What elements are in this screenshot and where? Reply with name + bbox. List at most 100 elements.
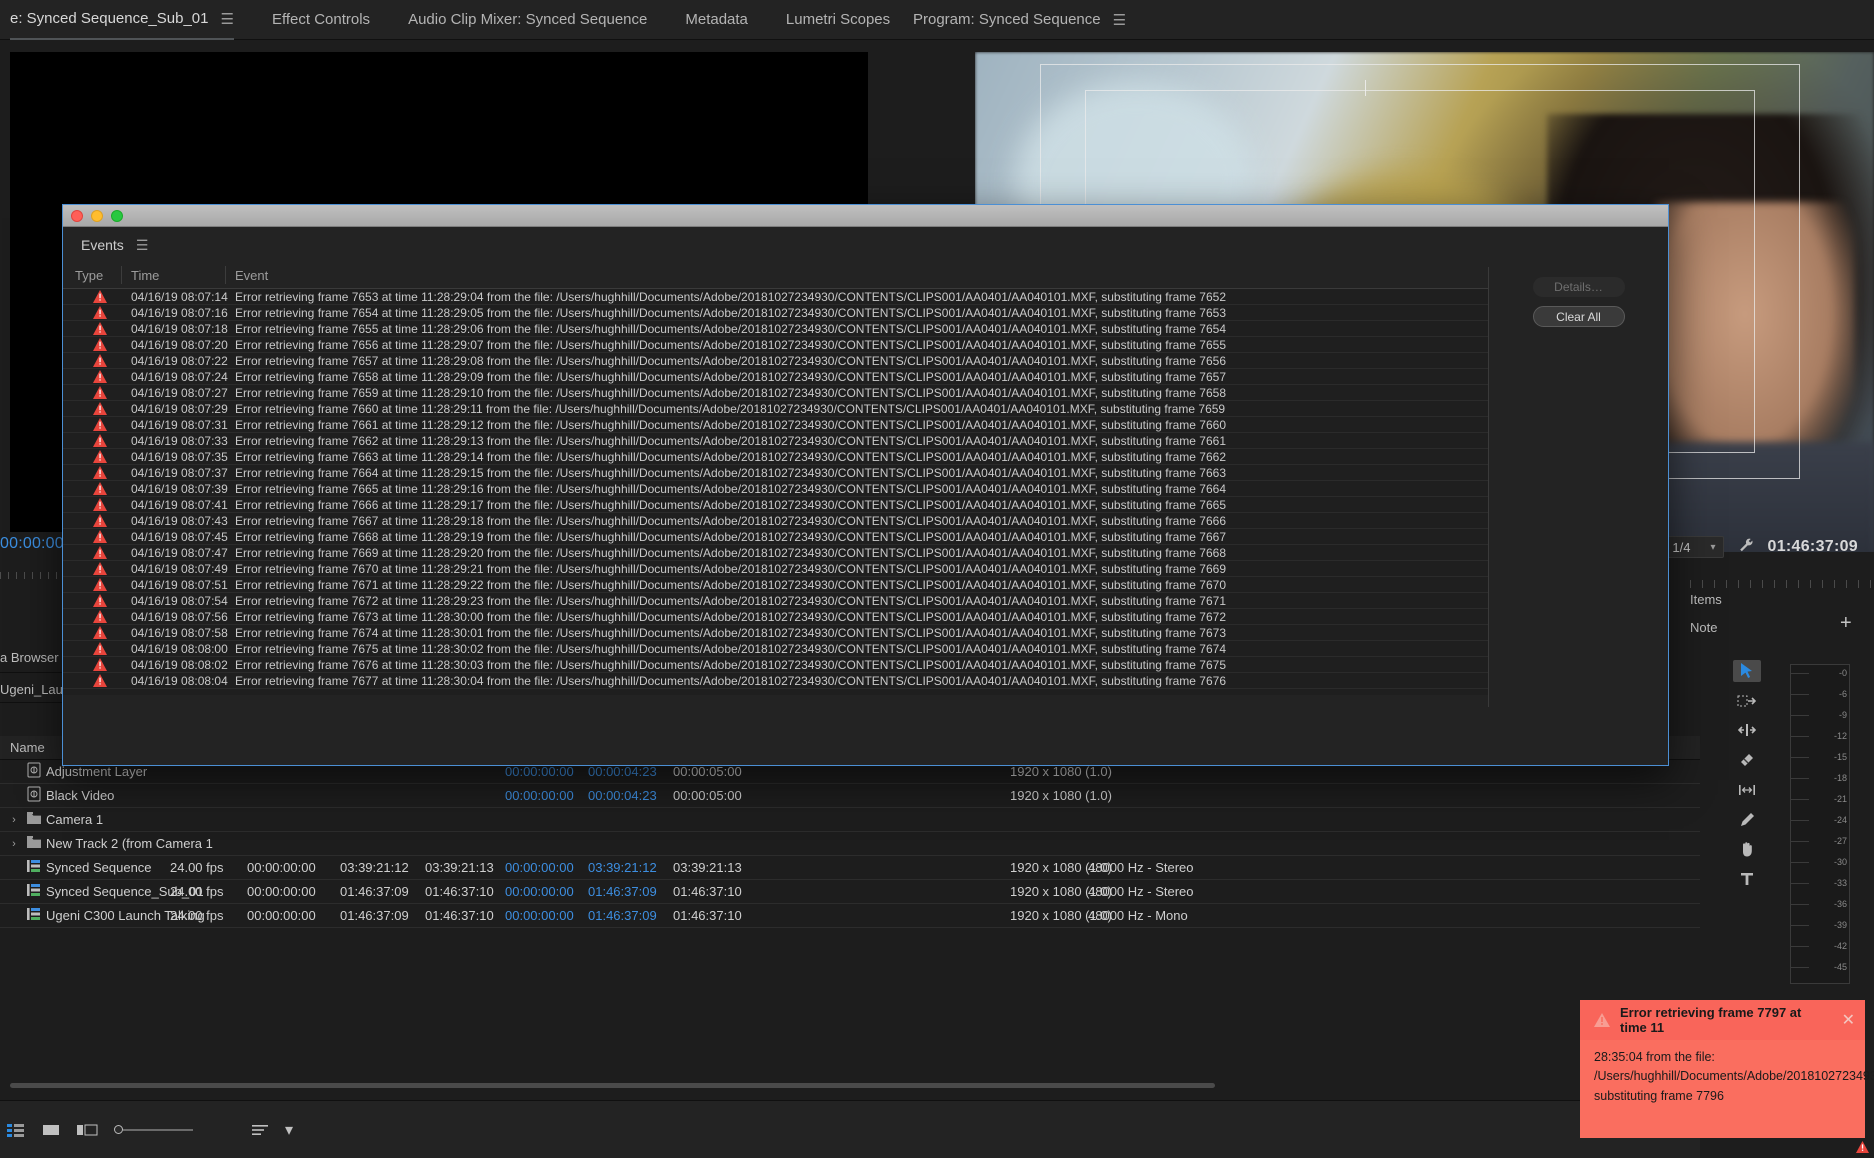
close-button[interactable] — [71, 209, 83, 222]
event-row[interactable]: 04/16/19 08:07:54 Error retrieving frame … — [63, 593, 1668, 609]
ripple-edit-tool[interactable] — [1733, 720, 1761, 742]
event-row[interactable]: 04/16/19 08:07:45 Error retrieving frame … — [63, 529, 1668, 545]
item-video-in-point: 00:00:00:00 — [505, 908, 574, 923]
event-row[interactable]: 04/16/19 08:07:51 Error retrieving frame … — [63, 577, 1668, 593]
item-name[interactable]: Black Video — [46, 788, 114, 803]
playback-resolution-select[interactable]: 1/4 ▾ — [1664, 536, 1724, 558]
meter-tick-label: -0 — [1838, 668, 1847, 678]
minimize-button[interactable] — [91, 209, 103, 222]
event-row[interactable]: 04/16/19 08:08:00 Error retrieving frame … — [63, 641, 1668, 657]
toast-header: Error retrieving frame 7797 at time 11 ✕ — [1580, 1000, 1865, 1040]
track-select-forward-tool[interactable] — [1733, 690, 1761, 712]
close-icon[interactable]: ✕ — [1842, 1010, 1855, 1030]
program-timecode[interactable]: 01:46:37:09 — [1768, 538, 1858, 556]
add-marker-button[interactable]: + — [1840, 612, 1852, 635]
event-row[interactable]: 04/16/19 08:07:31 Error retrieving frame … — [63, 417, 1668, 433]
warning-icon — [93, 610, 107, 623]
type-tool[interactable] — [1733, 868, 1761, 890]
tab-program-synced-sequence[interactable]: Program: Synced Sequence ☰ — [913, 0, 1126, 40]
event-row[interactable]: 04/16/19 08:07:14 Error retrieving frame … — [63, 289, 1668, 305]
audio-meters-panel[interactable]: -0 -6 -9 -12 -15 -18 -21 -24 -27 -30 -33 -36 -39 -42 -… — [1790, 664, 1850, 984]
event-row[interactable]: 04/16/19 08:07:16 Error retrieving frame … — [63, 305, 1668, 321]
rolling-edit-tool[interactable] — [1733, 749, 1761, 771]
disclosure-triangle-icon[interactable]: › — [8, 838, 20, 850]
event-row[interactable]: 04/16/19 08:07:27 Error retrieving frame … — [63, 385, 1668, 401]
event-row[interactable]: 04/16/19 08:07:22 Error retrieving frame … — [63, 353, 1668, 369]
event-row[interactable]: 04/16/19 08:07:58 Error retrieving frame … — [63, 625, 1668, 641]
event-row[interactable]: 04/16/19 08:07:41 Error retrieving frame … — [63, 497, 1668, 513]
table-row[interactable]: Ugeni C300 Launch Talking 24.00 fps 00:00:… — [0, 904, 1700, 928]
item-name[interactable]: New Track 2 (from Camera 1 — [46, 836, 213, 851]
warning-icon — [93, 578, 107, 591]
panel-menu-icon[interactable]: ☰ — [221, 10, 234, 28]
item-name[interactable]: Camera 1 — [46, 812, 103, 827]
event-row[interactable]: 04/16/19 08:07:33 Error retrieving frame … — [63, 433, 1668, 449]
table-row[interactable]: Synced Sequence_Sub_01 24.00 fps 00:00:00:… — [0, 880, 1700, 904]
event-row[interactable]: 04/16/19 08:07:20 Error retrieving frame … — [63, 337, 1668, 353]
clear-all-button[interactable]: Clear All — [1532, 306, 1625, 327]
error-badge-icon[interactable] — [1856, 1140, 1869, 1153]
tab-media-browser[interactable]: a Browser — [0, 650, 68, 670]
event-row[interactable]: 04/16/19 08:07:47 Error retrieving frame … — [63, 545, 1668, 561]
media-browser-item[interactable]: Ugeni_Launc — [0, 682, 77, 702]
events-panel-tabrow: Events ☰ — [63, 227, 1668, 263]
events-window[interactable]: Events ☰ Type Time Event 04/16/19 08:07:… — [62, 204, 1669, 766]
list-icon[interactable] — [251, 1123, 269, 1137]
event-row[interactable]: 04/16/19 08:07:24 Error retrieving frame … — [63, 369, 1668, 385]
event-row[interactable]: 04/16/19 08:07:37 Error retrieving frame … — [63, 465, 1668, 481]
event-row[interactable]: 04/16/19 08:08:04 Error retrieving frame … — [63, 673, 1668, 689]
settings-wrench-icon[interactable] — [1738, 537, 1754, 557]
slip-tool[interactable] — [1733, 779, 1761, 801]
item-name[interactable]: Adjustment Layer — [46, 764, 147, 779]
pen-tool[interactable] — [1733, 809, 1761, 831]
table-row[interactable]: Synced Sequence 24.00 fps 00:00:00:00 03:39… — [0, 856, 1700, 880]
tab-audio-clip-mixer[interactable]: Audio Clip Mixer: Synced Sequence — [408, 0, 647, 40]
events-list[interactable]: 04/16/19 08:07:14 Error retrieving frame … — [63, 289, 1668, 695]
details-button[interactable]: Details… — [1532, 277, 1625, 297]
event-row[interactable]: 04/16/19 08:07:39 Error retrieving frame … — [63, 481, 1668, 497]
error-toast-notification[interactable]: Error retrieving frame 7797 at time 11 ✕… — [1580, 1000, 1874, 1138]
column-header-time[interactable]: Time — [131, 268, 159, 283]
event-message: Error retrieving frame 7663 at time 11:2… — [235, 450, 1226, 464]
tab-lumetri-scopes[interactable]: Lumetri Scopes — [786, 0, 890, 40]
marker-icon[interactable] — [6, 1122, 26, 1138]
item-video-duration: 01:46:37:10 — [673, 908, 742, 923]
table-row[interactable]: Black Video 00:00:00:00 00:00:04:23 00:00:0… — [0, 784, 1700, 808]
column-header-event[interactable]: Event — [235, 268, 268, 283]
event-row[interactable]: 04/16/19 08:07:35 Error retrieving frame … — [63, 449, 1668, 465]
event-row[interactable]: 04/16/19 08:08:02 Error retrieving frame … — [63, 657, 1668, 673]
items-count-label: Items — [1690, 592, 1722, 607]
tab-events[interactable]: Events — [81, 237, 124, 253]
zoom-button[interactable] — [111, 209, 123, 222]
event-row[interactable]: 04/16/19 08:07:56 Error retrieving frame … — [63, 609, 1668, 625]
column-header-type[interactable]: Type — [75, 268, 103, 283]
table-row[interactable]: › Camera 1 — [0, 808, 1700, 832]
zoom-slider[interactable] — [114, 1125, 193, 1134]
overwrite-icon[interactable] — [76, 1123, 98, 1137]
event-time: 04/16/19 08:07:56 — [131, 610, 228, 624]
event-message: Error retrieving frame 7661 at time 11:2… — [235, 418, 1226, 432]
program-time-ruler[interactable] — [1690, 580, 1874, 592]
chevron-down-icon[interactable]: ▾ — [285, 1120, 293, 1140]
tab-effect-controls[interactable]: Effect Controls — [272, 0, 370, 40]
tab-metadata[interactable]: Metadata — [685, 0, 748, 40]
item-video-info: 1920 x 1080 (1.0) — [1010, 764, 1112, 779]
events-window-titlebar[interactable] — [63, 205, 1668, 227]
table-row[interactable]: › New Track 2 (from Camera 1 — [0, 832, 1700, 856]
hand-tool[interactable] — [1733, 839, 1761, 861]
timeline-horizontal-scrollbar[interactable] — [10, 1083, 1215, 1088]
disclosure-triangle-icon[interactable]: › — [8, 814, 20, 826]
event-row[interactable]: 04/16/19 08:07:18 Error retrieving frame … — [63, 321, 1668, 337]
item-audio-info: 48000 Hz - Mono — [1088, 908, 1188, 923]
column-header-name[interactable]: Name — [10, 740, 45, 755]
item-name[interactable]: Synced Sequence — [46, 860, 152, 875]
events-panel-menu-icon[interactable]: ☰ — [136, 237, 149, 254]
program-panel-menu-icon[interactable]: ☰ — [1113, 11, 1126, 29]
event-row[interactable]: 04/16/19 08:07:49 Error retrieving frame … — [63, 561, 1668, 577]
selection-tool[interactable] — [1733, 660, 1761, 682]
item-frame-rate: 24.00 fps — [170, 860, 224, 875]
tab-source-synced-sequence-sub-01[interactable]: e: Synced Sequence_Sub_01 ☰ — [10, 0, 234, 40]
event-row[interactable]: 04/16/19 08:07:43 Error retrieving frame … — [63, 513, 1668, 529]
insert-icon[interactable] — [42, 1123, 60, 1137]
event-row[interactable]: 04/16/19 08:07:29 Error retrieving frame … — [63, 401, 1668, 417]
